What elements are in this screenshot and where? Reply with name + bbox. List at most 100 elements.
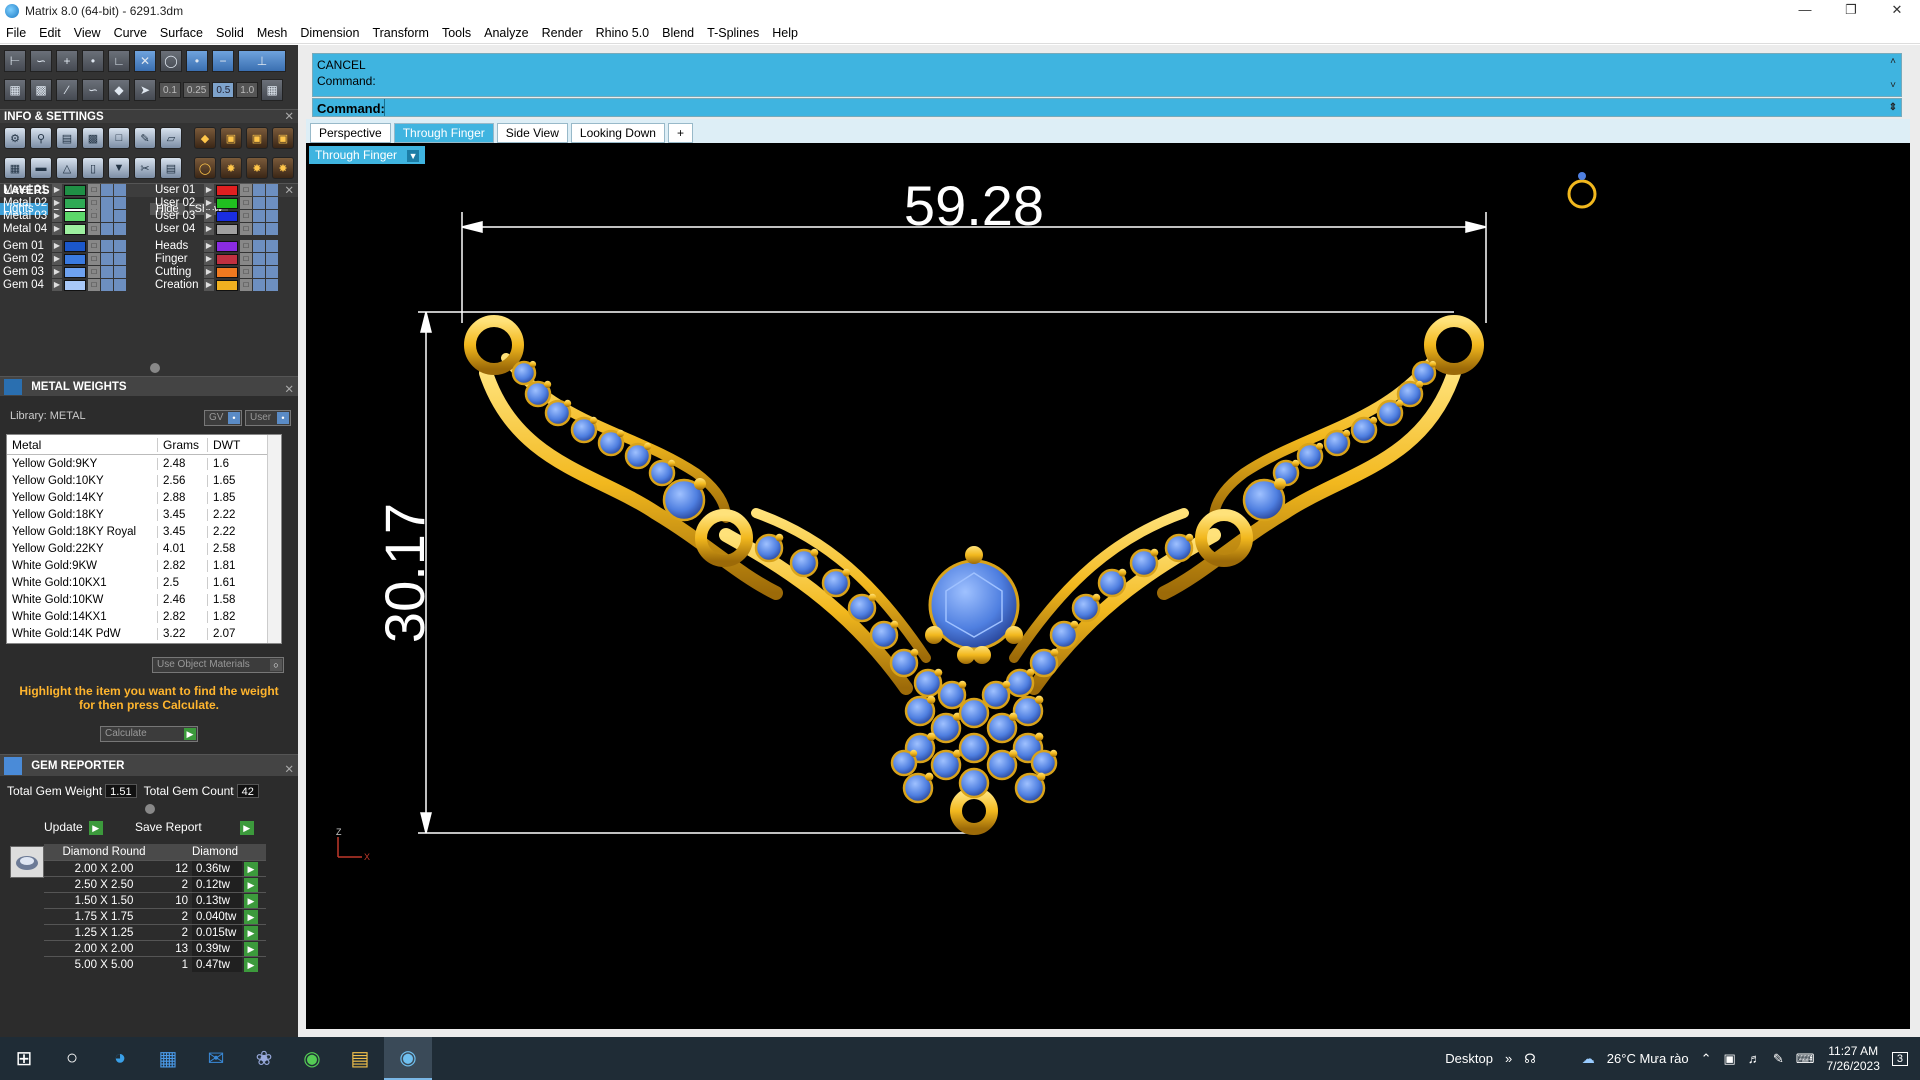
add-tab-button[interactable]: + bbox=[667, 123, 693, 143]
menu-dimension[interactable]: Dimension bbox=[300, 26, 359, 40]
tan-snap-icon[interactable]: • bbox=[186, 50, 208, 72]
play-icon[interactable]: ▶ bbox=[244, 877, 258, 892]
visibility-icon[interactable] bbox=[253, 223, 265, 235]
gem-row[interactable]: 2.00 X 2.00 13 0.39tw ▶ bbox=[44, 940, 266, 956]
store-icon[interactable]: ▦ bbox=[144, 1037, 192, 1080]
layer-color-swatch[interactable] bbox=[216, 223, 238, 235]
layer-color-swatch[interactable] bbox=[216, 210, 238, 222]
play-icon[interactable]: ▶ bbox=[244, 861, 258, 876]
expand-icon[interactable]: ▶ bbox=[52, 223, 62, 235]
layer-color-swatch[interactable] bbox=[216, 197, 238, 209]
cylinder-icon[interactable]: ▯ bbox=[82, 157, 104, 179]
menu-mesh[interactable]: Mesh bbox=[257, 26, 288, 40]
point-snap-icon[interactable]: + bbox=[56, 50, 78, 72]
layer-color-swatch[interactable] bbox=[64, 266, 86, 278]
layer-row[interactable]: Gem 03 ▶ □ bbox=[0, 265, 127, 279]
table-row[interactable]: White Gold:10KW 2.46 1.58 bbox=[7, 591, 281, 608]
table-row[interactable]: White Gold:14KX1 2.82 1.82 bbox=[7, 608, 281, 625]
layers-icon[interactable]: ▤ bbox=[56, 127, 78, 149]
snap-value-05[interactable]: 0.5 bbox=[212, 82, 235, 98]
layer-color-swatch[interactable] bbox=[216, 266, 238, 278]
layer-color-swatch[interactable] bbox=[216, 184, 238, 196]
weather-icon[interactable]: ☁ bbox=[1582, 1051, 1595, 1067]
visibility-icon[interactable] bbox=[101, 197, 113, 209]
layer-color-swatch[interactable] bbox=[64, 279, 86, 291]
visibility-icon[interactable] bbox=[101, 210, 113, 222]
cen-snap-icon[interactable]: ∟ bbox=[108, 50, 130, 72]
splitter-handle[interactable] bbox=[150, 363, 160, 373]
menu-analyze[interactable]: Analyze bbox=[484, 26, 528, 40]
layer-row[interactable]: Creation ▶ □ bbox=[152, 278, 279, 292]
command-spin-icon[interactable]: ⇕ bbox=[1887, 102, 1899, 114]
layer-row[interactable]: Gem 04 ▶ □ bbox=[0, 278, 127, 292]
network-app-icon[interactable]: ❀ bbox=[240, 1037, 288, 1080]
weather-text[interactable]: 26°C Mưa rào bbox=[1607, 1051, 1689, 1066]
menu-surface[interactable]: Surface bbox=[160, 26, 203, 40]
magnifier-icon[interactable]: ⚲ bbox=[30, 127, 52, 149]
visibility-icon[interactable] bbox=[253, 253, 265, 265]
col-dwt[interactable]: DWT bbox=[207, 437, 267, 452]
setting-tool-icon[interactable]: ✸ bbox=[272, 157, 294, 179]
expand-icon[interactable]: ▶ bbox=[52, 253, 62, 265]
menu-tools[interactable]: Tools bbox=[442, 26, 471, 40]
visibility-icon[interactable] bbox=[101, 223, 113, 235]
expand-icon[interactable]: ▶ bbox=[204, 253, 214, 265]
lock-icon[interactable]: □ bbox=[240, 240, 252, 252]
ortho-toggle-icon[interactable]: ⊥ bbox=[238, 50, 286, 72]
layer-row[interactable]: User 03 ▶ □ bbox=[152, 209, 279, 223]
render-icon[interactable] bbox=[266, 223, 278, 235]
render-icon[interactable] bbox=[266, 197, 278, 209]
lock-icon[interactable]: □ bbox=[240, 279, 252, 291]
planar-icon[interactable]: ▩ bbox=[30, 79, 52, 101]
file-explorer-icon[interactable]: ▤ bbox=[336, 1037, 384, 1080]
layer-color-swatch[interactable] bbox=[216, 253, 238, 265]
expand-icon[interactable]: ▶ bbox=[204, 197, 214, 209]
table-row[interactable]: Yellow Gold:9KY 2.48 1.6 bbox=[7, 455, 281, 472]
visibility-icon[interactable] bbox=[253, 240, 265, 252]
gem-row[interactable]: 1.50 X 1.50 10 0.13tw ▶ bbox=[44, 892, 266, 908]
volume-icon[interactable]: ♬ bbox=[1748, 1051, 1761, 1066]
play-icon[interactable]: ▶ bbox=[244, 957, 258, 972]
diamond-tool-icon[interactable]: ◆ bbox=[108, 79, 130, 101]
col-grams[interactable]: Grams bbox=[157, 437, 207, 452]
play-icon[interactable]: ▶ bbox=[244, 925, 258, 940]
layer-color-swatch[interactable] bbox=[64, 197, 86, 209]
play-icon[interactable]: ▶ bbox=[244, 893, 258, 908]
scissors-icon[interactable]: ✂ bbox=[134, 157, 156, 179]
shape-icon[interactable]: △ bbox=[56, 157, 78, 179]
document-icon[interactable]: ▤ bbox=[160, 157, 182, 179]
expand-icon[interactable]: ▶ bbox=[52, 279, 62, 291]
expand-icon[interactable]: ▶ bbox=[52, 197, 62, 209]
prong-tool-icon[interactable]: ✸ bbox=[220, 157, 242, 179]
keyboard-icon[interactable]: ⌨ bbox=[1796, 1051, 1815, 1067]
minimize-button[interactable]: — bbox=[1782, 0, 1828, 22]
expand-icon[interactable]: ▶ bbox=[204, 184, 214, 196]
render-icon[interactable] bbox=[114, 210, 126, 222]
render-icon[interactable] bbox=[114, 197, 126, 209]
save-report-button[interactable]: Save Report ▶ bbox=[135, 818, 254, 836]
tab-perspective[interactable]: Perspective bbox=[310, 123, 391, 143]
lock-icon[interactable]: □ bbox=[88, 197, 100, 209]
layer-row[interactable]: User 01 ▶ □ bbox=[152, 183, 279, 197]
visibility-icon[interactable] bbox=[101, 266, 113, 278]
menu-render[interactable]: Render bbox=[542, 26, 583, 40]
snap-value-10[interactable]: 1.0 bbox=[236, 82, 259, 98]
menu-view[interactable]: View bbox=[74, 26, 101, 40]
pen-icon[interactable]: ✎ bbox=[1773, 1051, 1784, 1067]
layer-row[interactable]: Metal 01 ▶ □ bbox=[0, 183, 127, 197]
int-snap-icon[interactable]: ✕ bbox=[134, 50, 156, 72]
pencil-icon[interactable]: ✎ bbox=[134, 127, 156, 149]
menu-tsplines[interactable]: T-Splines bbox=[707, 26, 759, 40]
ring-view-icon[interactable] bbox=[1567, 172, 1597, 209]
layer-row[interactable]: Gem 01 ▶ □ bbox=[0, 239, 127, 253]
tab-through-finger[interactable]: Through Finger bbox=[393, 123, 494, 143]
lock-icon[interactable]: □ bbox=[240, 253, 252, 265]
expand-icon[interactable]: ▶ bbox=[204, 223, 214, 235]
menu-edit[interactable]: Edit bbox=[39, 26, 61, 40]
lock-icon[interactable]: □ bbox=[88, 266, 100, 278]
center-cluster-stone[interactable] bbox=[958, 732, 990, 764]
gem-row[interactable]: 5.00 X 5.00 1 0.47tw ▶ bbox=[44, 956, 266, 972]
gem-row[interactable]: 2.50 X 2.50 2 0.12tw ▶ bbox=[44, 876, 266, 892]
render-icon[interactable] bbox=[114, 184, 126, 196]
gem-row[interactable]: 2.00 X 2.00 12 0.36tw ▶ bbox=[44, 860, 266, 876]
